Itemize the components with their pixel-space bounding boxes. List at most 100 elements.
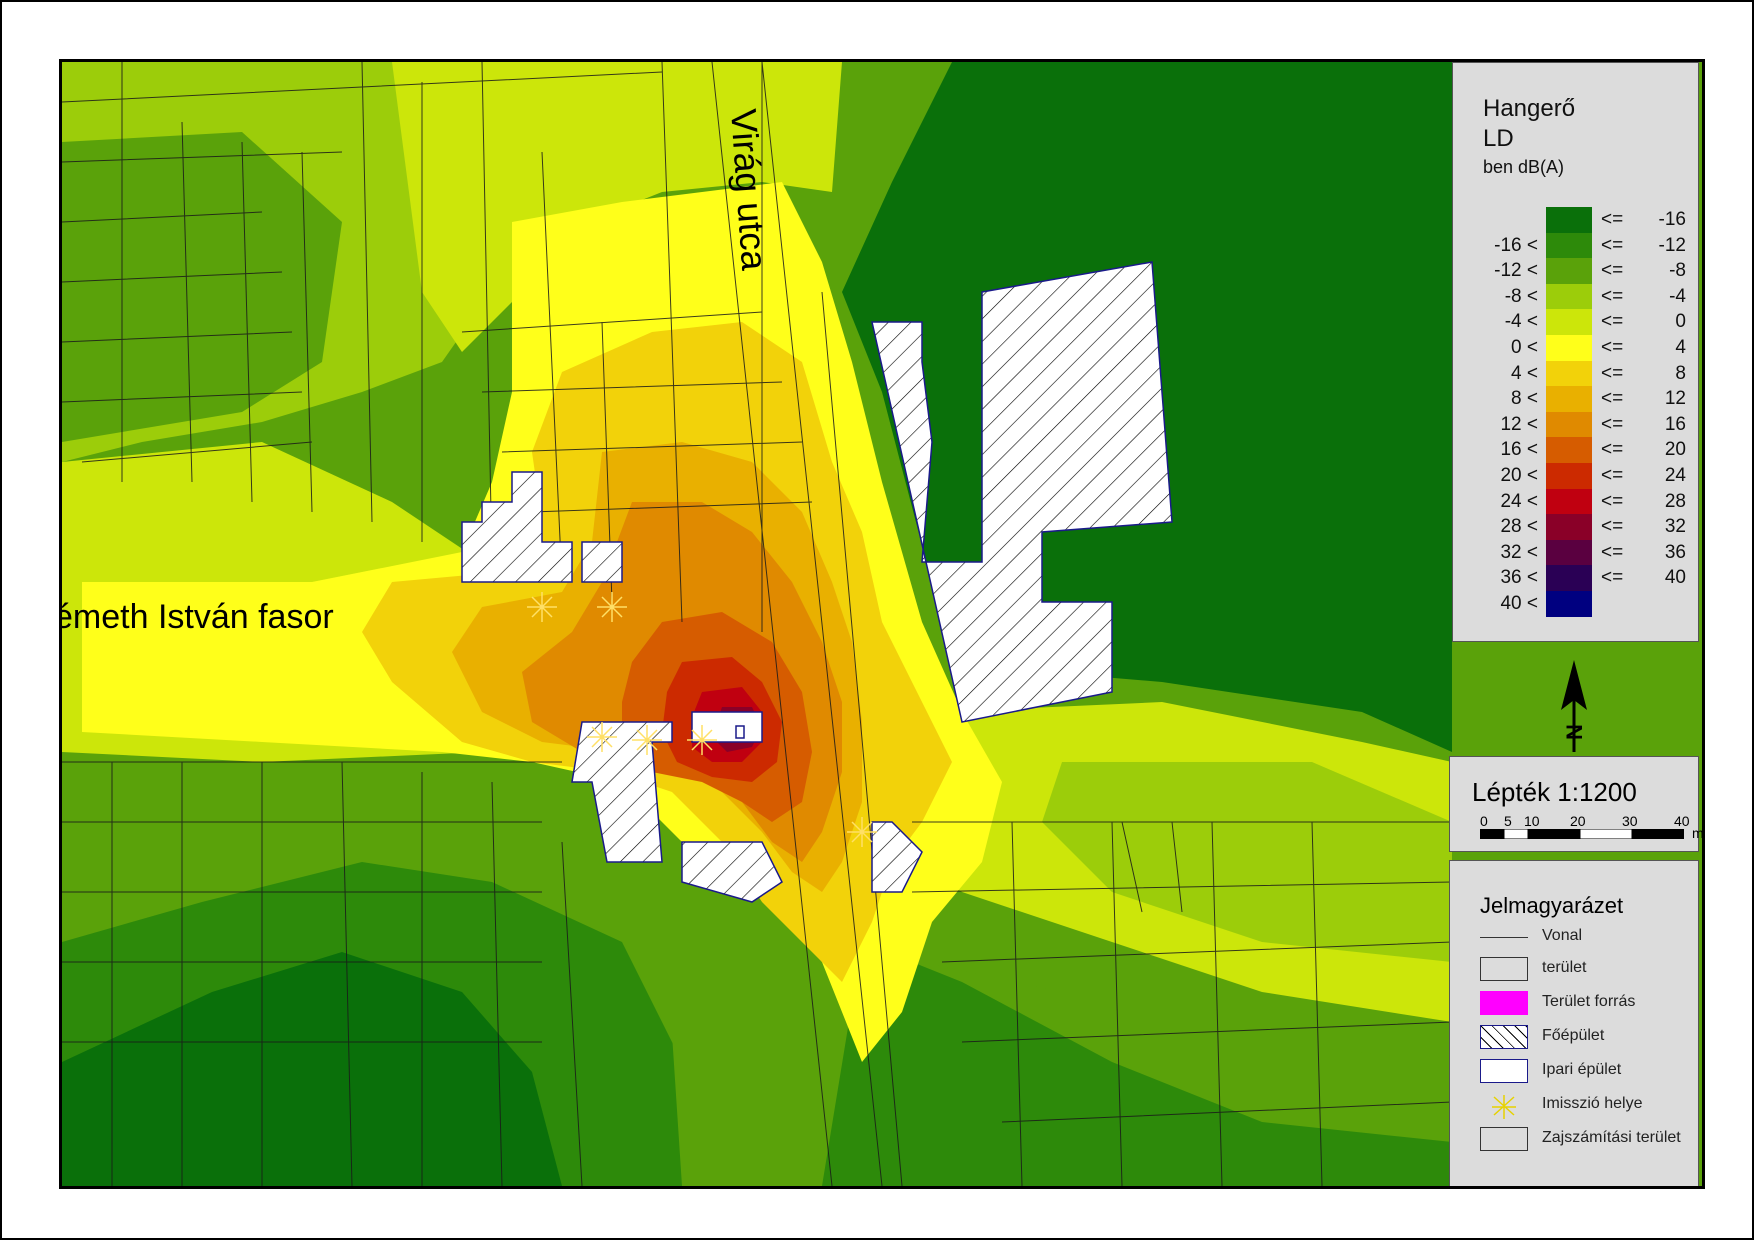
legend-le-symbol: <= (1601, 490, 1624, 512)
legend-metric: LD (1483, 125, 1514, 152)
legend-le-symbol: <= (1601, 285, 1624, 307)
legend-row: 20 < <= 24 (1453, 463, 1698, 489)
legend-swatch (1546, 335, 1592, 361)
legend-lower-bound: 40 < (1500, 593, 1538, 614)
north-label: N (1562, 724, 1587, 740)
legend-lower-bound: 4 < (1511, 362, 1538, 384)
legend-row: 0 < <= 4 (1453, 335, 1698, 361)
legend-swatch (1546, 565, 1592, 592)
industrial-symbol-icon (1480, 1059, 1528, 1083)
key-title: Jelmagyarázet (1480, 893, 1624, 918)
star-symbol-icon (1492, 1095, 1516, 1119)
map-key: Jelmagyarázet Vonal terület Terület forr… (1449, 860, 1699, 1186)
legend-upper-bound: -12 (1658, 234, 1686, 256)
color-legend: Hangerő LD ben dB(A) <= -16 -16 < <= -12 -12 … (1452, 62, 1699, 642)
legend-swatch (1546, 488, 1592, 515)
legend-swatch (1546, 283, 1592, 310)
legend-swatch (1546, 386, 1592, 413)
street-label-nemeth: émeth István fasor (59, 598, 334, 636)
legend-upper-bound: 24 (1664, 465, 1686, 486)
legend-upper-bound: 4 (1675, 337, 1686, 358)
noise-map[interactable]: Virág utca émeth István fasor Hangerő LD… (59, 59, 1705, 1189)
legend-upper-bound: 16 (1664, 413, 1686, 435)
legend-row: 4 < <= 8 (1453, 360, 1698, 387)
legend-row: 24 < <= 28 (1453, 488, 1698, 515)
legend-lower-bound: 0 < (1511, 337, 1538, 358)
legend-le-symbol: <= (1601, 337, 1624, 358)
noise-source (735, 725, 745, 739)
key-item-label: Imisszió helye (1542, 1095, 1643, 1112)
legend-lower-bound: 20 < (1500, 465, 1538, 486)
legend-upper-bound: 12 (1664, 388, 1686, 410)
key-item-label: Ipari épület (1542, 1061, 1622, 1078)
legend-swatch (1546, 463, 1592, 489)
legend-le-symbol: <= (1601, 209, 1624, 230)
legend-row: 12 < <= 16 (1453, 411, 1698, 438)
key-item-label: Zajszámítási terület (1542, 1129, 1681, 1146)
legend-upper-bound: -4 (1669, 285, 1686, 307)
legend-le-symbol: <= (1601, 439, 1624, 461)
legend-le-symbol: <= (1601, 567, 1624, 589)
legend-title: Hangerő (1483, 95, 1576, 122)
legend-upper-bound: 8 (1675, 362, 1686, 384)
legend-swatch (1546, 591, 1592, 617)
hatch-symbol-icon (1480, 1025, 1528, 1049)
legend-upper-bound: 20 (1664, 439, 1686, 461)
north-arrow-icon: N (1561, 660, 1587, 752)
scale-tick: 30 (1622, 813, 1638, 829)
legend-le-symbol: <= (1601, 234, 1624, 256)
legend-lower-bound: -16 < (1494, 234, 1538, 256)
legend-swatch (1546, 411, 1592, 438)
legend-lower-bound: -4 < (1504, 311, 1538, 333)
legend-le-symbol: <= (1601, 260, 1624, 282)
legend-swatch (1546, 360, 1592, 387)
scale-tick: 20 (1570, 813, 1586, 829)
scale-tick: 5 (1504, 813, 1512, 829)
legend-row: 16 < <= 20 (1453, 437, 1698, 464)
legend-swatch (1546, 309, 1592, 336)
area-source-symbol-icon (1480, 991, 1528, 1015)
legend-lower-bound: 8 < (1511, 388, 1538, 410)
legend-upper-bound: -16 (1658, 209, 1686, 230)
legend-row: -16 < <= -12 (1453, 232, 1698, 259)
legend-row: -8 < <= -4 (1453, 283, 1698, 310)
calc-area-symbol-icon (1480, 1127, 1528, 1151)
legend-lower-bound: -8 < (1504, 285, 1538, 307)
key-item-label: Főépület (1542, 1027, 1605, 1044)
key-item-label: terület (1542, 959, 1587, 976)
scale-unit: m (1692, 825, 1704, 841)
main-building-small-n2 (581, 541, 623, 583)
legend-row: 40 < (1453, 591, 1698, 617)
legend-swatch (1546, 437, 1592, 464)
scale-bar-panel: Lépték 1:1200 0 5 10 20 30 40 m (1449, 756, 1702, 852)
scale-title: Lépték 1:1200 (1472, 777, 1637, 807)
page-frame: Virág utca émeth István fasor Hangerő LD… (0, 0, 1754, 1240)
legend-lower-bound: 32 < (1500, 541, 1538, 563)
legend-upper-bound: 28 (1664, 490, 1686, 512)
legend-row: 32 < <= 36 (1453, 539, 1698, 566)
legend-upper-bound: 36 (1664, 541, 1686, 563)
area-symbol-icon (1480, 957, 1528, 981)
scale-tick: 0 (1480, 813, 1488, 829)
legend-lower-bound: 28 < (1500, 516, 1538, 538)
legend-upper-bound: 32 (1664, 516, 1686, 538)
legend-row: 28 < <= 32 (1453, 514, 1698, 541)
legend-row: <= -16 (1453, 207, 1698, 233)
legend-le-symbol: <= (1601, 516, 1624, 538)
legend-swatch (1546, 539, 1592, 566)
legend-upper-bound: 40 (1664, 567, 1686, 589)
legend-swatch (1546, 232, 1592, 259)
legend-row: 36 < <= 40 (1453, 565, 1698, 592)
legend-lower-bound: 12 < (1500, 413, 1538, 435)
legend-unit: ben dB(A) (1483, 157, 1565, 177)
legend-lower-bound: -12 < (1494, 260, 1538, 282)
legend-le-symbol: <= (1601, 311, 1624, 333)
legend-swatch (1546, 258, 1592, 285)
legend-le-symbol: <= (1601, 362, 1624, 384)
key-item-label: Terület forrás (1542, 993, 1636, 1010)
legend-swatch (1546, 207, 1592, 233)
legend-upper-bound: 0 (1675, 311, 1686, 333)
legend-le-symbol: <= (1601, 541, 1624, 563)
legend-lower-bound: 16 < (1500, 439, 1538, 461)
legend-row: -4 < <= 0 (1453, 309, 1698, 336)
